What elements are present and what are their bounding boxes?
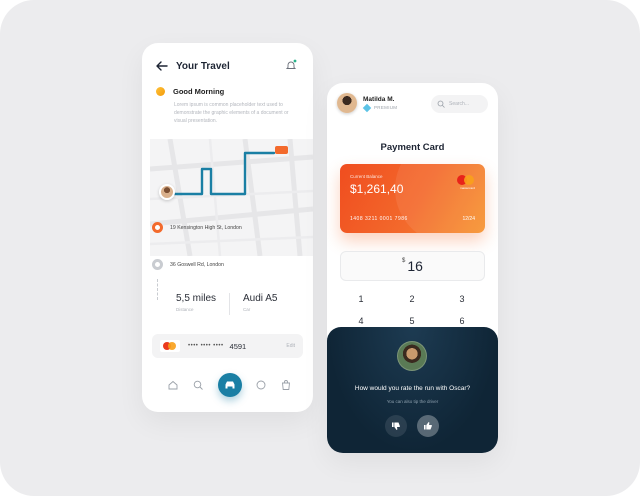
pickup-address: 19 Kensington High St, London — [170, 224, 242, 231]
route-map[interactable] — [150, 139, 313, 256]
user-info: Matilda M. PREMIUM — [362, 95, 398, 112]
search-icon[interactable] — [192, 379, 204, 391]
balance-amount: $1,261,40 — [350, 182, 404, 196]
payment-screen: Matilda M. PREMIUM Search... Payment Car… — [327, 83, 498, 453]
car-icon[interactable] — [217, 373, 242, 397]
mastercard-logo-text: mastercard — [459, 186, 475, 190]
dropoff-dot-icon — [152, 259, 163, 270]
premium-label: PREMIUM — [374, 105, 398, 110]
mastercard-icon — [160, 340, 180, 352]
rating-sheet: How would you rate the run with Oscar? Y… — [327, 327, 498, 453]
balance-label: Current Balance — [350, 174, 383, 179]
thumbs-down-button[interactable] — [385, 415, 407, 437]
car-value: Audi A5 — [243, 293, 278, 304]
notification-bell-icon[interactable] — [285, 59, 297, 71]
back-arrow-icon[interactable] — [156, 61, 168, 71]
map-roads — [150, 139, 313, 256]
greeting-text: Good Morning — [173, 87, 225, 96]
car-label: Car — [243, 307, 251, 312]
travel-screen: Your Travel Good Morning Lorem ipsum is … — [142, 43, 313, 412]
car-stat: Audi A5 Car — [243, 293, 277, 315]
card-masked-digits: •••• •••• •••• — [188, 343, 224, 349]
amount-currency: $ — [402, 258, 406, 264]
search-placeholder: Search... — [449, 101, 470, 107]
distance-stat: 5,5 miles Distance — [176, 293, 216, 315]
greeting-description: Lorem ipsum is common placeholder text u… — [174, 102, 289, 124]
keypad-key-6[interactable]: 6 — [452, 316, 472, 326]
driver-avatar — [397, 341, 427, 371]
keypad-key-4[interactable]: 4 — [351, 316, 371, 326]
card-last-digits: 4591 — [229, 341, 247, 351]
bottom-nav — [167, 373, 292, 397]
trip-stats: 5,5 miles Distance Audi A5 Car — [176, 293, 278, 315]
keypad-key-3[interactable]: 3 — [452, 294, 472, 304]
route-connector — [157, 279, 158, 300]
card-expiry: 12/24 — [462, 216, 475, 222]
pickup-dot-icon — [152, 222, 163, 233]
thumbs-up-button[interactable] — [417, 415, 439, 437]
destination-flag-icon — [275, 146, 288, 154]
search-icon — [437, 100, 445, 108]
dropoff-address: 36 Goswell Rd, London — [170, 261, 224, 268]
dropoff-stop: 36 Goswell Rd, London — [152, 259, 224, 270]
travel-header: Your Travel — [156, 59, 301, 73]
avatar — [337, 93, 357, 113]
driver-location-avatar — [159, 184, 175, 200]
amount-value: 16 — [407, 258, 423, 274]
premium-badge: PREMIUM — [362, 103, 398, 112]
card-number: 1408 3211 0001 7986 — [350, 216, 408, 222]
diamond-icon — [362, 103, 372, 112]
amount-input[interactable]: $ 16 — [340, 251, 485, 281]
user-name: Matilda M. — [363, 95, 395, 103]
thumbs-up-icon — [424, 422, 432, 430]
greeting-row: Good Morning — [156, 87, 224, 96]
keypad-key-5[interactable]: 5 — [402, 316, 422, 326]
sun-icon — [156, 87, 165, 96]
background-canvas: Your Travel Good Morning Lorem ipsum is … — [0, 0, 640, 496]
home-icon[interactable] — [167, 379, 179, 391]
payment-card[interactable]: Current Balance $1,261,40 mastercard 140… — [340, 164, 485, 233]
distance-value: 5,5 miles — [176, 293, 217, 304]
rating-question: How would you rate the run with Oscar? — [354, 385, 471, 392]
keypad-key-2[interactable]: 2 — [402, 294, 422, 304]
rating-subtitle: You can also tip the driver — [386, 399, 439, 404]
keypad-key-1[interactable]: 1 — [351, 294, 371, 304]
stat-divider — [229, 293, 231, 315]
chat-icon[interactable] — [255, 379, 267, 391]
edit-card-button[interactable]: Edit — [286, 343, 295, 349]
bag-icon[interactable] — [280, 379, 292, 391]
payment-heading: Payment Card — [380, 142, 445, 153]
page-title: Your Travel — [176, 60, 230, 72]
user-profile[interactable]: Matilda M. PREMIUM — [337, 93, 397, 113]
thumbs-down-icon — [392, 422, 400, 430]
mastercard-logo-icon — [457, 175, 475, 185]
pickup-stop: 19 Kensington High St, London — [152, 222, 242, 233]
search-input[interactable]: Search... — [431, 95, 488, 113]
payment-card-row[interactable]: •••• •••• •••• 4591 Edit — [152, 334, 303, 358]
distance-label: Distance — [176, 307, 194, 312]
